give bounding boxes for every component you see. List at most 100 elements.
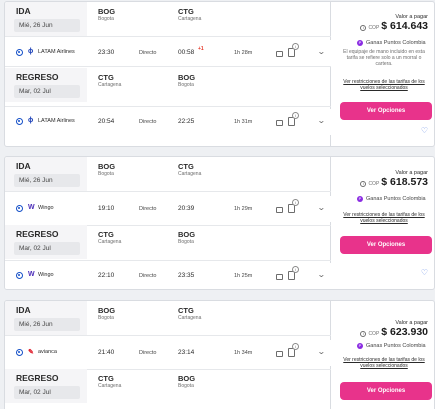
carry-on-info-icon: i: [292, 343, 299, 350]
origin-city: Bogota: [98, 171, 114, 177]
outbound-flight-option[interactable]: W Wingo 19:10 Directo 20:39 1h 29m i ⌄: [5, 196, 331, 222]
carry-on-info-icon: i: [292, 199, 299, 206]
points-text: Ganas Puntos Colombia: [366, 40, 426, 46]
destination-city: Cartagena: [178, 16, 202, 22]
personal-item-icon: [276, 274, 283, 280]
duration: 1h 34m: [234, 350, 253, 356]
outbound-date: Mié, 26 Jun: [14, 318, 80, 331]
flight-result-card: IDA Mié, 26 Jun BOG Bogota CTG Cartagena…: [4, 156, 435, 290]
fare-restrictions-link[interactable]: Ver restricciones de las tarifas de los …: [340, 79, 428, 91]
view-options-button[interactable]: Ver Opciones: [340, 102, 432, 120]
wingo-logo-icon: W: [28, 204, 35, 211]
points-promo: P Ganas Puntos Colombia: [357, 196, 426, 202]
duration: 1h 28m: [234, 50, 253, 56]
origin-city: Bogota: [98, 16, 114, 22]
arrival-time: 20:39: [178, 205, 195, 212]
total-price: $ 614.643: [381, 20, 428, 32]
departure-time: 22:10: [98, 272, 115, 279]
chevron-down-icon[interactable]: ⌄: [317, 47, 326, 56]
return-type: REGRESO: [16, 229, 59, 239]
personal-item-icon: [276, 120, 283, 126]
itinerary-panel: IDA Mié, 26 Jun BOG Bogota CTG Cartagena…: [5, 2, 331, 146]
flight-result-card: IDA Mié, 26 Jun BOG Bogota CTG Cartagena…: [4, 1, 435, 147]
carry-on-info-icon: i: [292, 43, 299, 50]
points-icon: P: [357, 196, 363, 202]
points-text: Ganas Puntos Colombia: [366, 196, 426, 202]
points-icon: P: [357, 343, 363, 349]
currency: COP: [368, 331, 380, 337]
flight-radio[interactable]: [16, 118, 23, 125]
baggage-note: El equipaje de mano incluido en esta tar…: [343, 49, 425, 67]
flight-radio[interactable]: [16, 49, 23, 56]
origin-code: CTG: [98, 230, 114, 239]
price-row: i COP $ 623.930: [360, 326, 428, 338]
flight-radio[interactable]: [16, 272, 23, 279]
favorite-heart-icon[interactable]: ♡: [421, 268, 428, 277]
flight-radio[interactable]: [16, 205, 23, 212]
outbound-type: IDA: [16, 305, 31, 315]
origin-code: CTG: [98, 374, 114, 383]
chevron-down-icon[interactable]: ⌄: [317, 116, 326, 125]
return-date: Mar, 02 Jul: [14, 85, 80, 98]
stops: Directo: [139, 206, 157, 212]
info-icon[interactable]: i: [360, 25, 367, 31]
points-icon: P: [357, 40, 363, 46]
price-panel: Valor a pagar i COP $ 614.643 P Ganas Pu…: [332, 2, 434, 146]
info-icon[interactable]: i: [360, 181, 367, 187]
outbound-header: IDA Mié, 26 Jun BOG Bogota CTG Cartagena: [5, 301, 331, 335]
chevron-down-icon[interactable]: ⌄: [317, 270, 326, 279]
airline-name: avianca: [38, 349, 57, 355]
destination-code: CTG: [178, 162, 194, 171]
itinerary-panel: IDA Mié, 26 Jun BOG Bogota CTG Cartagena…: [5, 157, 331, 289]
return-type: REGRESO: [16, 72, 59, 82]
carry-on-info-icon: i: [292, 112, 299, 119]
destination-city: Bogota: [178, 383, 194, 389]
outbound-flight-option[interactable]: ✎ avianca 21:40 Directo 23:14 1h 34m i ⌄: [5, 340, 331, 366]
chevron-down-icon[interactable]: ⌄: [317, 203, 326, 212]
airline-name: Wingo: [38, 205, 54, 211]
stops: Directo: [139, 50, 157, 56]
outbound-type: IDA: [16, 6, 31, 16]
fare-restrictions-link[interactable]: Ver restricciones de las tarifas de los …: [340, 357, 428, 369]
return-flight-option[interactable]: ϕ LATAM Airlines 20:54 Directo 22:25 1h …: [5, 109, 331, 135]
origin-code: BOG: [98, 306, 116, 315]
airline-name: LATAM Airlines: [38, 49, 75, 55]
return-header: REGRESO Mar, 02 Jul CTG Cartagena BOG Bo…: [5, 68, 331, 102]
destination-city: Bogota: [178, 239, 194, 245]
outbound-type: IDA: [16, 161, 31, 171]
arrival-time: 00:58: [178, 49, 195, 56]
return-date: Mar, 02 Jul: [14, 242, 80, 255]
price-panel: Valor a pagar i COP $ 623.930 P Ganas Pu…: [332, 301, 434, 409]
flight-radio[interactable]: [16, 349, 23, 356]
favorite-heart-icon[interactable]: ♡: [421, 126, 428, 135]
view-options-button[interactable]: Ver Opciones: [340, 236, 432, 254]
chevron-down-icon[interactable]: ⌄: [317, 347, 326, 356]
departure-time: 20:54: [98, 118, 115, 125]
personal-item-icon: [276, 51, 283, 57]
info-icon[interactable]: i: [360, 331, 367, 337]
destination-code: CTG: [178, 7, 194, 16]
return-type: REGRESO: [16, 373, 59, 383]
outbound-header: IDA Mié, 26 Jun BOG Bogota CTG Cartagena: [5, 2, 331, 36]
origin-city: Cartagena: [98, 239, 122, 245]
outbound-flight-option[interactable]: ϕ LATAM Airlines 23:30 Directo 00:58 +1 …: [5, 40, 331, 66]
wingo-logo-icon: W: [28, 271, 35, 278]
points-promo: P Ganas Puntos Colombia: [357, 343, 426, 349]
arrival-time: 23:35: [178, 272, 195, 279]
departure-time: 21:40: [98, 349, 115, 356]
arrival-time: 23:14: [178, 349, 195, 356]
destination-code: CTG: [178, 306, 194, 315]
next-day-badge: +1: [198, 46, 204, 52]
price-panel: Valor a pagar i COP $ 618.573 P Ganas Pu…: [332, 157, 434, 289]
view-options-button[interactable]: Ver Opciones: [340, 382, 432, 400]
origin-code: BOG: [98, 162, 116, 171]
return-flight-option[interactable]: W Wingo 22:10 Directo 23:35 1h 25m i ⌄: [5, 263, 331, 289]
carry-on-info-icon: i: [292, 266, 299, 273]
airline-name: LATAM Airlines: [38, 118, 75, 124]
stops: Directo: [139, 119, 157, 125]
stops: Directo: [139, 273, 157, 279]
stops: Directo: [139, 350, 157, 356]
origin-city: Cartagena: [98, 82, 122, 88]
total-price: $ 623.930: [381, 326, 428, 338]
fare-restrictions-link[interactable]: Ver restricciones de las tarifas de los …: [340, 212, 428, 224]
